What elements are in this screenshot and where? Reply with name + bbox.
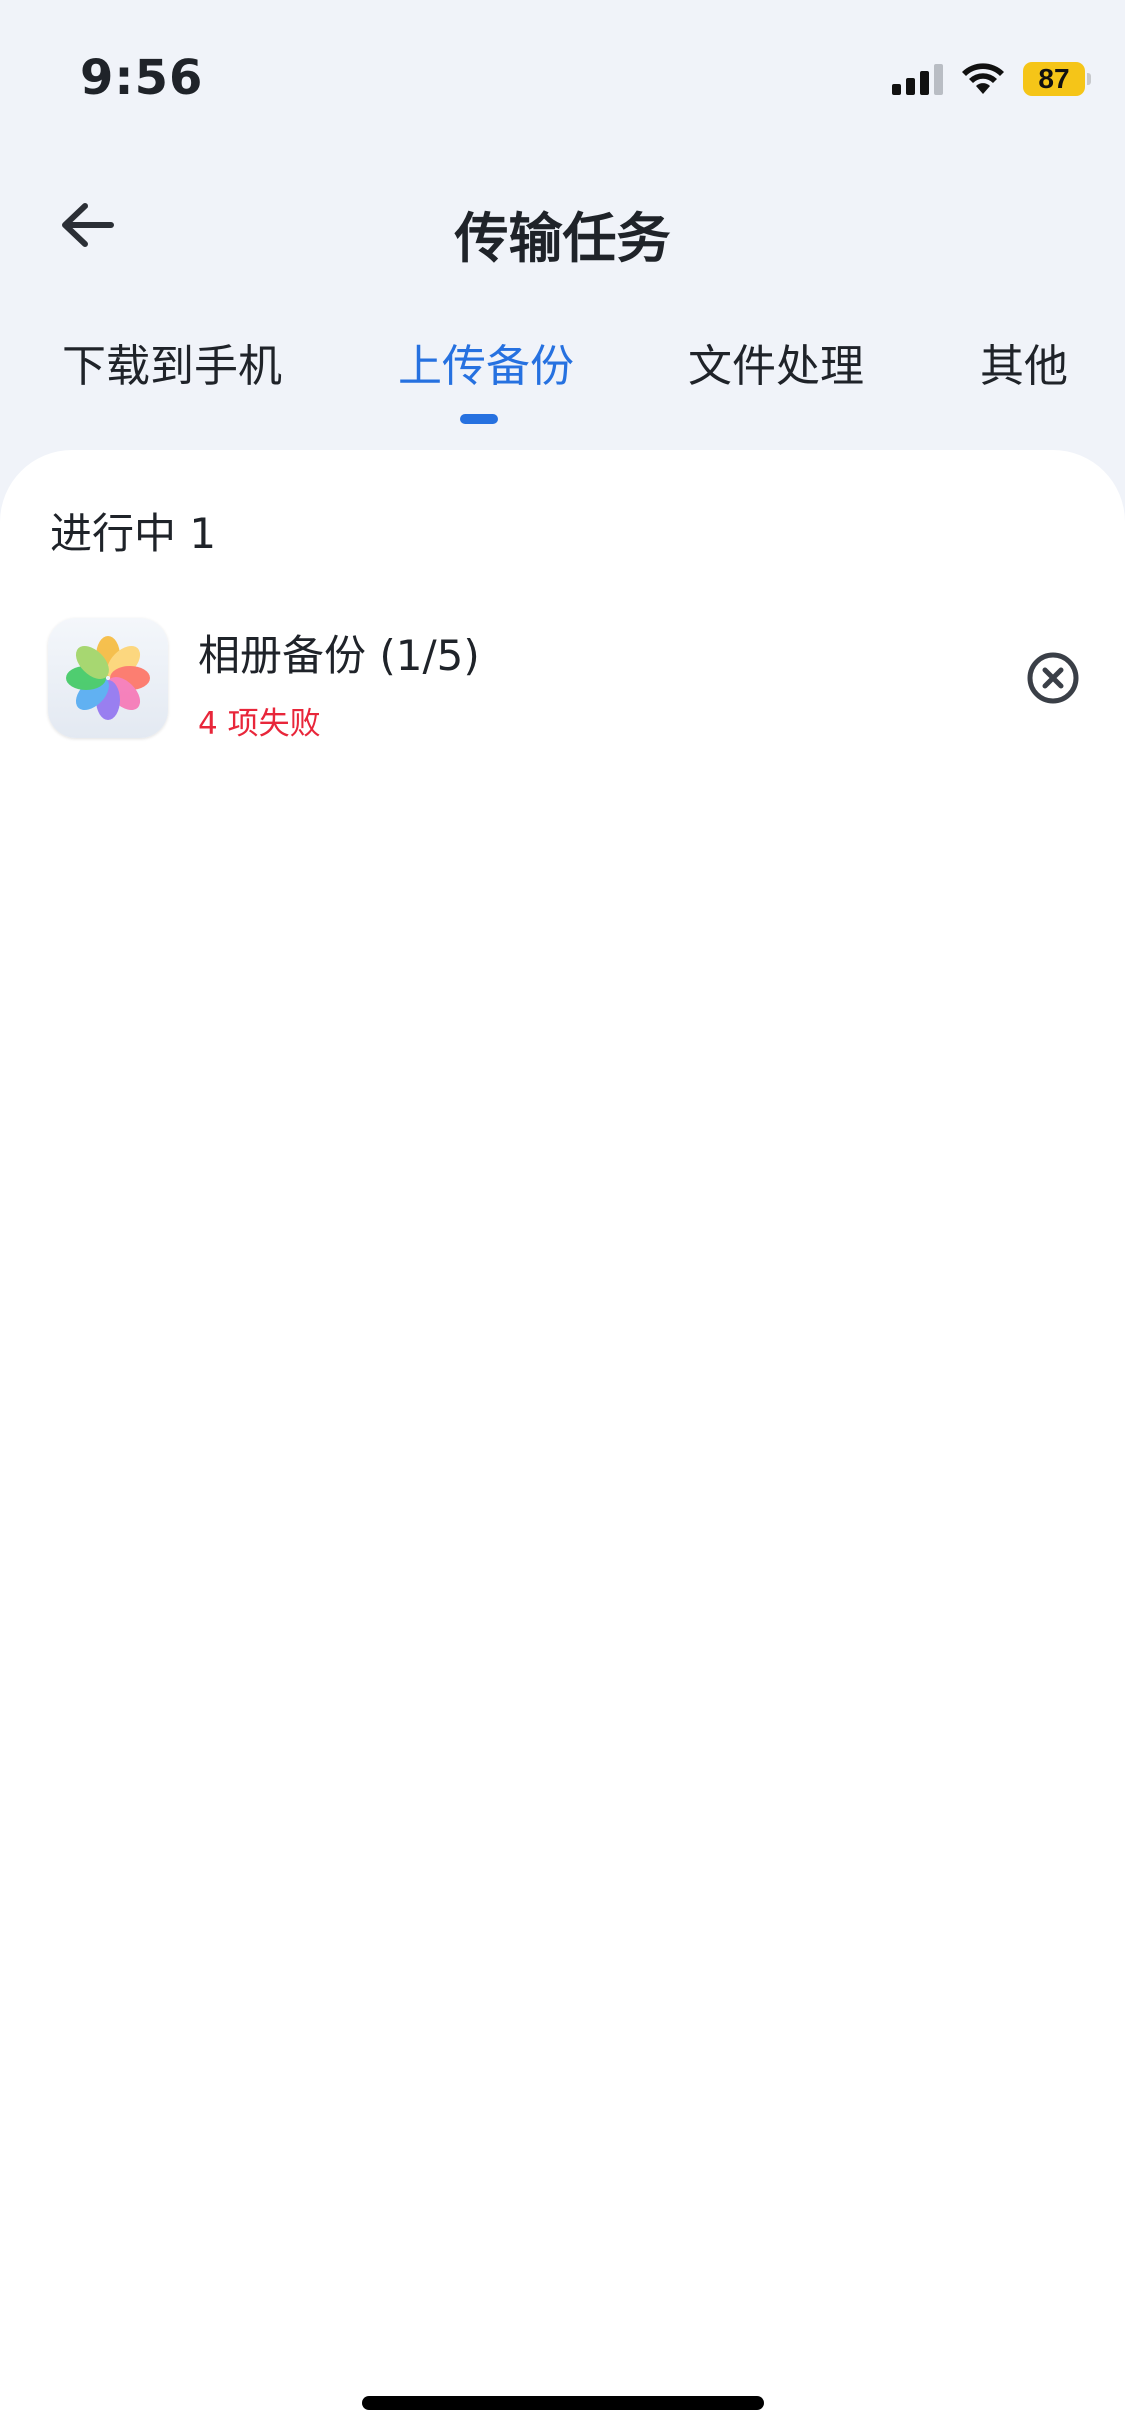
wifi-icon [962,63,1004,94]
battery-level: 87 [1023,62,1085,96]
task-title: 相册备份 (1/5) [198,631,480,680]
home-indicator[interactable] [362,2396,764,2410]
battery-icon: 87 [1023,62,1091,96]
section-title-in-progress: 进行中 1 [50,509,217,558]
task-row[interactable]: 相册备份 (1/5) 4 项失败 [48,618,1085,742]
task-list-card: 进行中 1 相册备份 (1/5) 4 项失败 [0,450,1125,2436]
tab-download-to-phone[interactable]: 下载到手机 [62,330,282,394]
page-title: 传输任务 [454,207,671,270]
status-icons: 87 [892,62,1091,96]
tab-bar: 下载到手机 上传备份 文件处理 其他 [0,330,1125,440]
photos-icon [48,618,168,738]
status-time: 9:56 [80,50,204,106]
tab-other[interactable]: 其他 [980,330,1068,394]
close-circle-icon [1027,652,1079,704]
cancel-task-button[interactable] [1021,646,1085,710]
tab-upload-backup[interactable]: 上传备份 [398,330,574,394]
task-status-failed: 4 项失败 [198,706,321,742]
tab-file-processing[interactable]: 文件处理 [688,330,864,394]
transfer-tasks-screen: 9:56 87 传输任务 下载到手机 上传备份 文件处理 其他 进行中 1 相册… [0,0,1125,2436]
active-tab-indicator [460,414,498,424]
cellular-signal-icon [892,63,943,95]
